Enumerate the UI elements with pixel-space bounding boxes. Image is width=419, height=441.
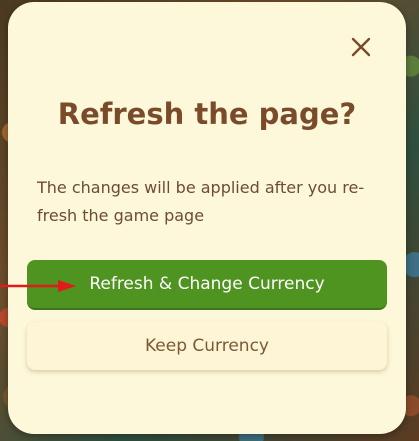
close-button[interactable] <box>348 34 374 60</box>
annotation-arrow-icon <box>0 280 76 292</box>
keep-currency-label: Keep Currency <box>144 336 269 356</box>
keep-currency-button[interactable]: Keep Currency <box>27 322 387 370</box>
refresh-change-currency-label: Refresh & Change Currency <box>89 274 325 294</box>
refresh-change-currency-button[interactable]: Refresh & Change Currency <box>27 260 387 310</box>
dialog-message: The changes will be applied after you re… <box>37 178 365 225</box>
close-icon <box>351 37 371 57</box>
refresh-dialog: Refresh the page? The changes will be ap… <box>8 2 406 434</box>
dialog-title: Refresh the page? <box>57 97 357 131</box>
